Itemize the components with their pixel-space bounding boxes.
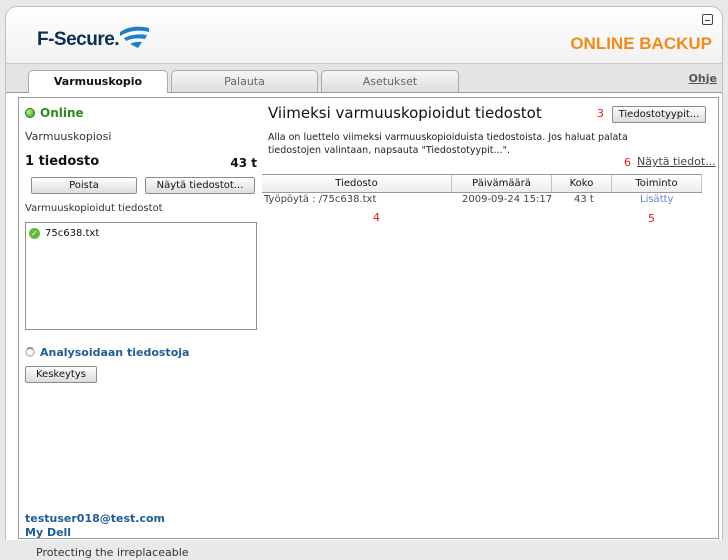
tagline: Protecting the irreplaceable [36,546,189,559]
backed-up-files-label: Varmuuskopioidut tiedostot [25,203,163,214]
product-name: ONLINE BACKUP [570,34,712,53]
tab-settings[interactable]: Asetukset [321,70,459,92]
column-header-file[interactable]: Tiedosto [262,175,452,192]
delete-button[interactable]: Poista [31,177,137,194]
recent-files-panel: Viimeksi varmuuskopioidut tiedostot 3 Ti… [262,97,719,539]
tab-backup[interactable]: Varmuuskopio [28,70,168,93]
online-status: Online [25,106,84,120]
total-size: 43 t [230,156,257,170]
table-header: Tiedosto Päivämäärä Koko Toiminto [262,174,702,193]
main-window: F-Secure. ONLINE BACKUP Varmuuskopio Pal… [5,6,723,542]
cell-action: Lisätty [640,194,674,205]
show-details-link[interactable]: Näytä tiedot... [637,155,716,168]
column-header-size[interactable]: Koko [552,175,612,192]
file-count: 1 tiedosto [25,154,100,169]
help-link[interactable]: Ohje [689,72,717,85]
f-secure-swoosh-icon [120,26,149,48]
online-status-label: Online [40,106,84,120]
user-email: testuser018@test.com [25,512,165,525]
spinner-icon [25,347,35,357]
show-files-button[interactable]: Näytä tiedostot... [145,177,255,194]
brand-logo: F-Secure. [37,29,120,50]
app-window: F-Secure. ONLINE BACKUP Varmuuskopio Pal… [0,0,728,560]
my-dell-link[interactable]: My Dell [25,526,71,539]
backup-status-panel: Online Varmuuskopiosi 1 tiedosto 43 t Po… [18,97,264,539]
annotation-marker-5: 5 [648,212,655,225]
page-title: Viimeksi varmuuskopioidut tiedostot [268,104,542,122]
online-status-icon [25,108,35,118]
cell-date: 2009-09-24 15:17 [462,194,553,205]
pause-button[interactable]: Keskeytys [25,366,97,383]
checkmark-icon: ✓ [29,228,40,239]
backups-label: Varmuuskopiosi [25,130,112,143]
annotation-marker-3: 3 [597,107,604,120]
backed-up-files-list[interactable]: ✓ 75c638.txt [25,222,257,330]
list-item-label: 75c638.txt [45,228,100,239]
analyzing-label: Analysoidaan tiedostoja [40,346,190,359]
tab-restore[interactable]: Palauta [171,70,318,92]
description-text: Alla on luettelo viimeksi varmuuskopioid… [268,132,628,156]
annotation-marker-4: 4 [373,211,380,224]
header: F-Secure. ONLINE BACKUP [6,7,722,63]
file-types-button[interactable]: Tiedostotyypit... [612,106,706,123]
cell-file: Työpöytä : /75c638.txt [264,194,377,205]
analyzing-status: Analysoidaan tiedostoja [25,346,189,359]
table-row[interactable]: Työpöytä : /75c638.txt 2009-09-24 15:17 … [262,194,702,209]
cell-size: 43 t [574,194,594,205]
annotation-marker-6: 6 [624,156,631,169]
list-item[interactable]: ✓ 75c638.txt [29,228,99,239]
tab-bar: Varmuuskopio Palauta Asetukset Ohje [6,63,722,93]
minimize-button[interactable] [702,14,713,25]
column-header-date[interactable]: Päivämäärä [452,175,552,192]
column-header-action[interactable]: Toiminto [612,175,702,192]
